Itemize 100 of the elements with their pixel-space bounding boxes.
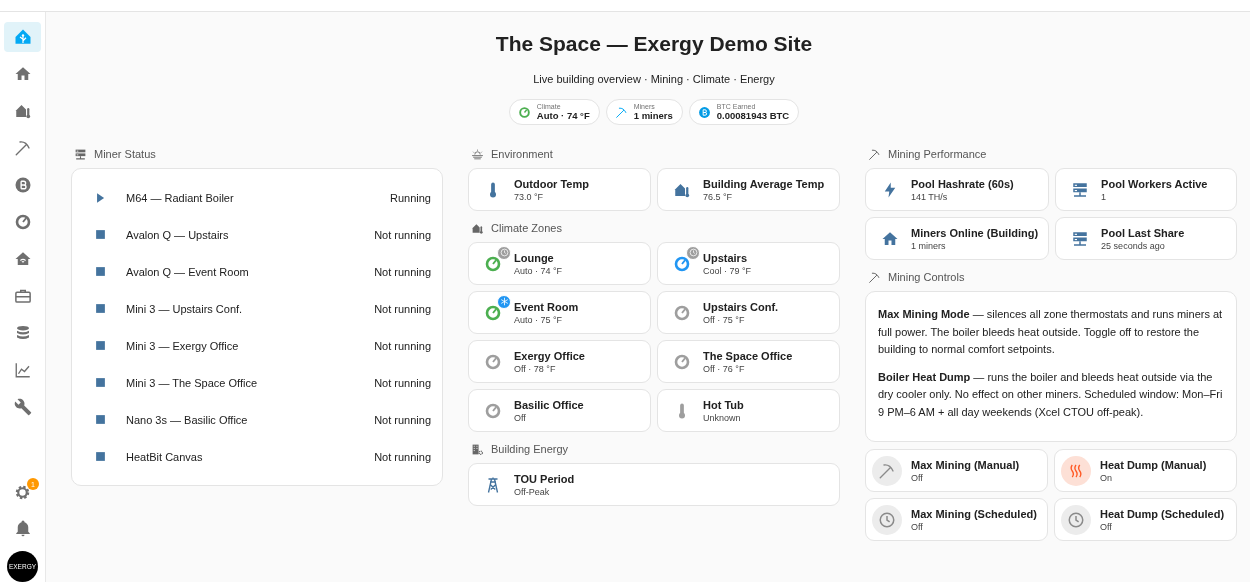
tile-name: Upstairs Conf. <box>703 300 779 313</box>
pickaxe-icon <box>878 461 896 480</box>
house-signal-icon <box>13 250 32 268</box>
tile-name: Exergy Office <box>514 349 585 362</box>
tile-name: Pool Workers Active <box>1101 177 1208 190</box>
tile-name: TOU Period <box>514 472 575 485</box>
section-title: Mining Performance <box>888 148 987 160</box>
miner-name: Mini 3 — Exergy Office <box>126 339 240 352</box>
page-subtitle: Live building overview · Mining · Climate · Energy <box>532 73 776 85</box>
briefcase-icon <box>13 287 32 305</box>
tile-state: Off <box>911 521 924 532</box>
tile-name: Hot Tub <box>703 398 744 411</box>
tile-state: 1 miners <box>911 240 947 251</box>
miner-status: Not running <box>374 413 431 426</box>
line-chart-icon <box>13 361 32 379</box>
tile-name: Event Room <box>514 300 579 313</box>
chip-value: 1 miners <box>633 110 673 121</box>
house-icon <box>13 65 32 83</box>
section-title: Miner Status <box>94 148 156 160</box>
tile-name: Upstairs <box>703 251 749 264</box>
description-paragraph: Boiler Heat Dump — runs the boiler and bleeds heat outside via the dry cooler only. No effect on other miners. Scheduled window: Mon–Fri 9 PM–6 AM + all day weekends (Xcel CTOU off-peak). <box>878 369 1224 420</box>
tile-state: Off · 75 °F <box>703 314 746 325</box>
house-thermometer-icon <box>471 221 484 235</box>
wrench-icon <box>13 398 32 416</box>
entity-tile[interactable]: Pool Workers Active 1 <box>1055 168 1237 211</box>
chip-value: 0.00081943 BTC <box>716 110 790 121</box>
tile-state: Off <box>911 472 924 483</box>
entity-tile[interactable]: Event Room Auto · 75 °F <box>468 291 651 334</box>
entity-tile[interactable]: Pool Hashrate (60s) 141 TH/s <box>865 168 1050 211</box>
tile-state: Auto · 74 °F <box>514 265 563 276</box>
sun-haze-icon <box>471 147 484 161</box>
settings-icon <box>14 484 31 501</box>
toggle-tile[interactable]: Heat Dump (Manual) On <box>1054 449 1237 492</box>
miner-status: Running <box>390 191 431 204</box>
tile-state: Unknown <box>703 412 742 423</box>
toggle-tile[interactable]: Max Mining (Manual) Off <box>865 449 1048 492</box>
house-logo-icon <box>13 28 32 46</box>
entity-tile[interactable]: Upstairs Conf. Off · 75 °F <box>657 291 840 334</box>
tile-state: 25 seconds ago <box>1101 240 1166 251</box>
tile-name: Max Mining (Scheduled) <box>911 507 1037 520</box>
entity-tile[interactable]: TOU Period Off-Peak <box>468 463 840 506</box>
tile-state: On <box>1100 472 1113 483</box>
description-paragraph: Max Mining Mode — silences all zone thermostats and runs miners at full power. The boiler bleeds heat outside. Toggle off to restore the building to normal comfort setpoints. <box>878 307 1224 357</box>
clock-icon <box>1067 510 1085 529</box>
entity-tile[interactable]: Exergy Office Off · 78 °F <box>468 340 651 383</box>
miner-status: Not running <box>374 450 431 463</box>
miner-status: Not running <box>374 339 431 352</box>
entity-tile[interactable]: Building Average Temp 76.5 °F <box>657 168 840 211</box>
tile-name: The Space Office <box>703 349 793 362</box>
toggle-tile[interactable]: Max Mining (Scheduled) Off <box>865 498 1048 541</box>
miner-status: Not running <box>374 265 431 278</box>
pickaxe-icon <box>868 270 881 284</box>
miner-name: Avalon Q — Upstairs <box>126 228 230 241</box>
tile-state: Off · 76 °F <box>703 363 746 374</box>
tile-state: 1 <box>1101 191 1108 202</box>
tile-name: Heat Dump (Manual) <box>1100 458 1207 471</box>
entity-tile[interactable]: Miners Online (Building) 1 miners <box>865 217 1050 260</box>
miner-name: M64 — Radiant Boiler <box>126 191 235 204</box>
tile-state: Off · 78 °F <box>514 363 557 374</box>
entity-tile[interactable]: Upstairs Cool · 79 °F <box>657 242 840 285</box>
tile-name: Pool Hashrate (60s) <box>911 177 1014 190</box>
entity-tile[interactable]: Lounge Auto · 74 °F <box>468 242 651 285</box>
tile-state: 76.5 °F <box>703 191 734 202</box>
tile-state: 73.0 °F <box>514 191 545 202</box>
tile-state: 141 TH/s <box>911 191 949 202</box>
tile-name: Heat Dump (Scheduled) <box>1100 507 1225 520</box>
section-title: Climate Zones <box>491 222 562 234</box>
tile-name: Building Average Temp <box>703 177 825 190</box>
chip-value: Auto · 74 °F <box>536 110 590 121</box>
entity-tile[interactable]: Hot Tub Unknown <box>657 389 840 432</box>
tile-state: Off <box>514 412 527 423</box>
miner-name: Mini 3 — The Space Office <box>126 376 259 389</box>
entity-tile[interactable]: Basilic Office Off <box>468 389 651 432</box>
miner-name: Nano 3s — Basilic Office <box>126 413 249 426</box>
house-thermometer-icon <box>13 102 32 120</box>
miner-name: Avalon Q — Event Room <box>126 265 250 278</box>
server-icon <box>74 147 87 161</box>
tile-name: Miners Online (Building) <box>911 226 1039 239</box>
tile-state: Auto · 75 °F <box>514 314 564 325</box>
bell-icon <box>13 519 32 537</box>
tile-name: Outdoor Temp <box>514 177 589 190</box>
toggle-tile[interactable]: Heat Dump (Scheduled) Off <box>1054 498 1237 541</box>
tile-state: Cool · 79 °F <box>703 265 752 276</box>
entity-tile[interactable]: Pool Last Share 25 seconds ago <box>1055 217 1237 260</box>
entity-tile[interactable]: The Space Office Off · 76 °F <box>657 340 840 383</box>
tile-state: Off-Peak <box>514 486 551 497</box>
clock-icon <box>878 510 896 529</box>
miner-name: Mini 3 — Upstairs Conf. <box>126 302 244 315</box>
thermostat-icon <box>13 213 32 231</box>
miner-status: Not running <box>374 228 431 241</box>
miner-name: HeatBit Canvas <box>126 450 204 463</box>
building-gear-icon <box>471 442 484 456</box>
miner-status: Not running <box>374 302 431 315</box>
page-title: The Space — Exergy Demo Site <box>494 32 814 56</box>
section-title: Environment <box>491 148 553 160</box>
pickaxe-icon <box>13 139 32 157</box>
bitcoin-icon <box>13 176 32 194</box>
entity-tile[interactable]: Outdoor Temp 73.0 °F <box>468 168 651 211</box>
tile-name: Lounge <box>514 251 555 264</box>
tile-name: Max Mining (Manual) <box>911 458 1020 471</box>
